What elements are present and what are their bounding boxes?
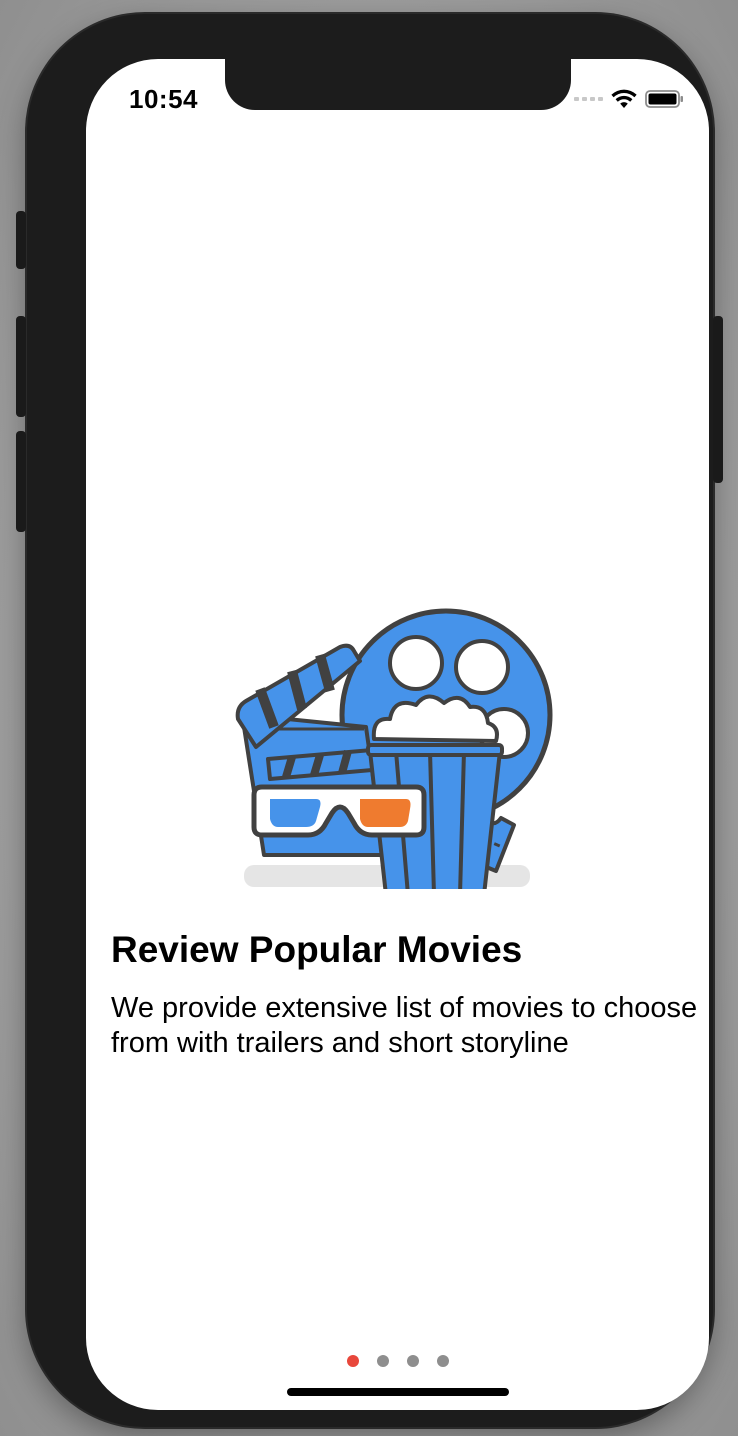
page-dot-2[interactable] — [376, 1355, 389, 1367]
cellular-signal-icon — [574, 97, 603, 101]
onboarding-title: Review Popular Movies — [111, 929, 523, 970]
home-indicator[interactable] — [287, 1388, 509, 1396]
notch — [225, 59, 571, 110]
page-dot-1[interactable] — [346, 1355, 359, 1367]
movie-illustration — [235, 608, 553, 889]
page-dot-4[interactable] — [436, 1355, 449, 1367]
mute-switch — [16, 211, 26, 269]
volume-up-button — [16, 316, 26, 417]
battery-icon — [645, 90, 683, 108]
power-button — [713, 316, 723, 483]
app-screen: 10:54 Review Popular Movies We provide e… — [86, 59, 709, 1410]
wifi-icon — [611, 89, 637, 108]
volume-down-button — [16, 431, 26, 532]
status-time: 10:54 — [129, 84, 198, 114]
page-indicator[interactable] — [86, 1355, 709, 1367]
page-dot-3[interactable] — [406, 1355, 419, 1367]
phone-frame: 10:54 Review Popular Movies We provide e… — [16, 14, 723, 1427]
status-indicators — [574, 87, 685, 111]
onboarding-description: We provide extensive list of movies to c… — [111, 992, 698, 1059]
